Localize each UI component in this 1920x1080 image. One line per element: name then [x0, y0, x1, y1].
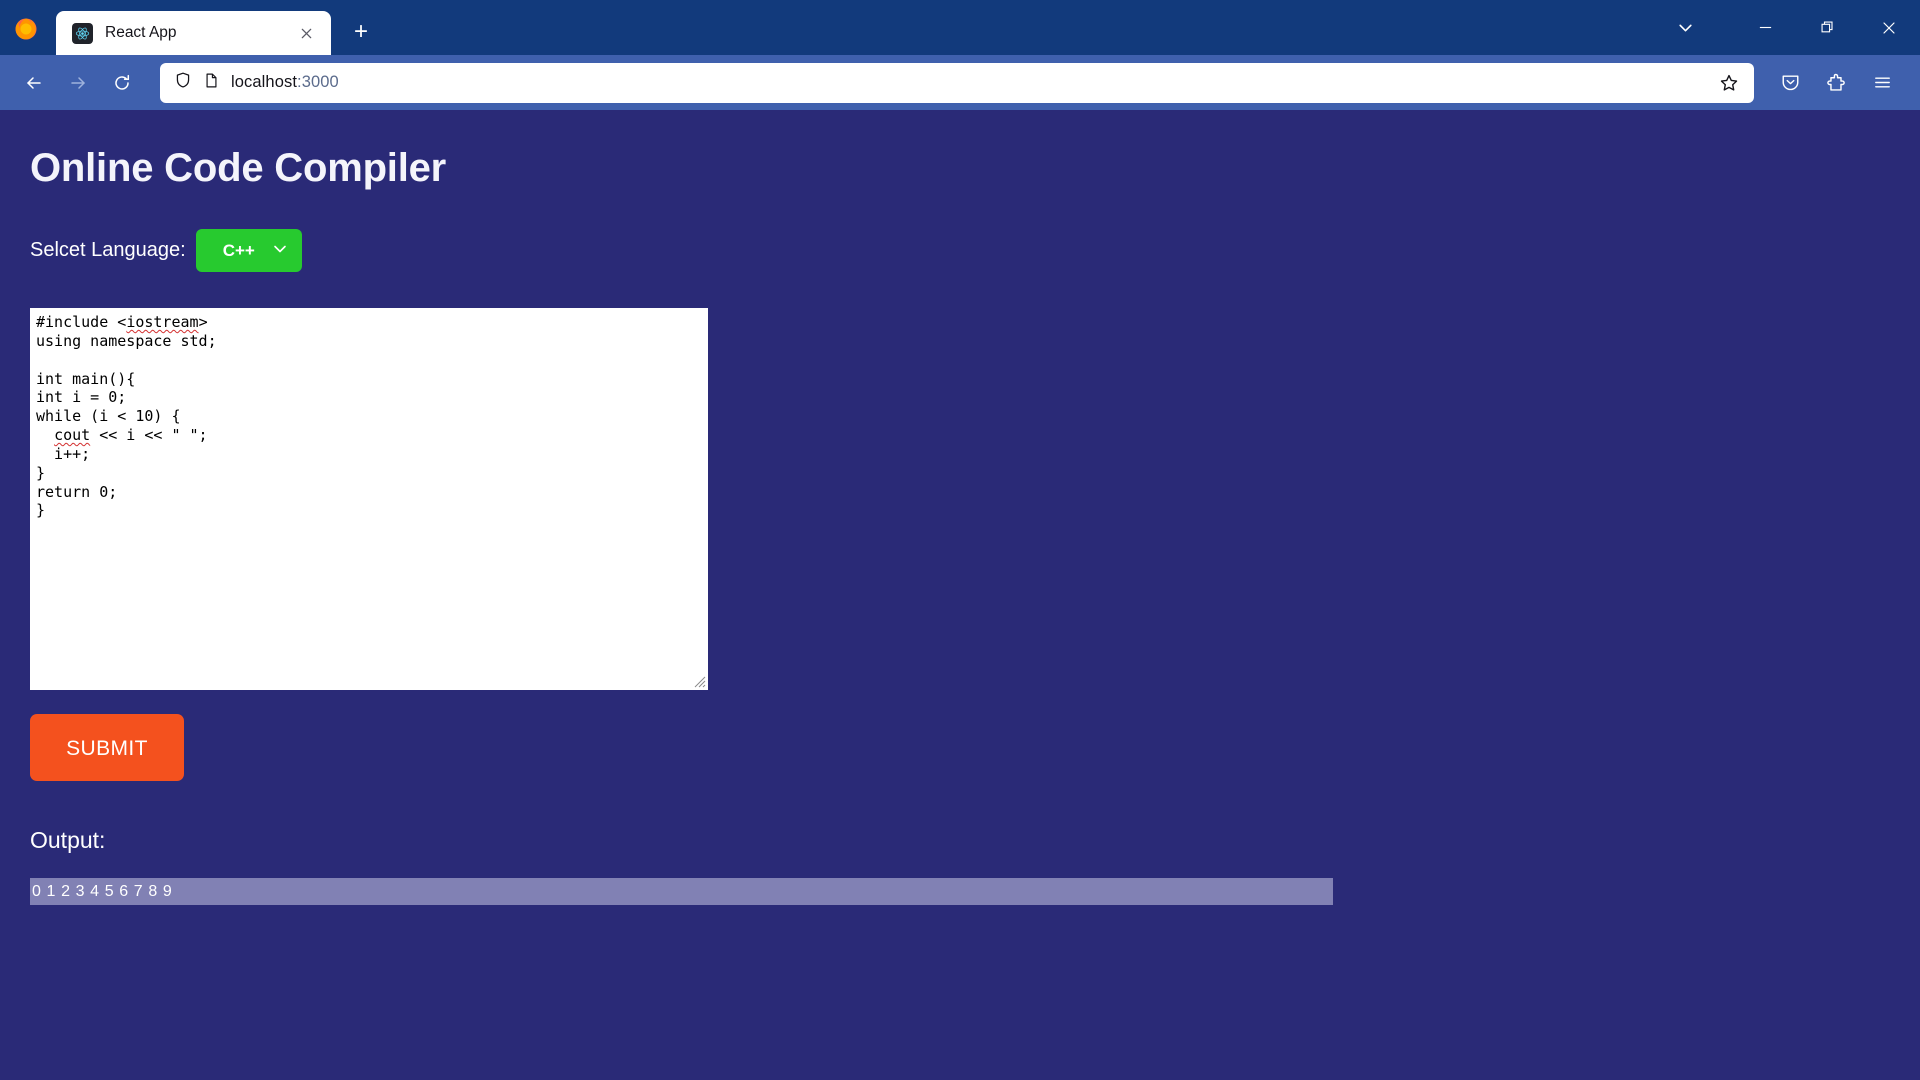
hamburger-menu-icon[interactable] — [1862, 63, 1902, 103]
browser-window: React App + localhost:3000 Online Code C… — [0, 0, 1920, 1080]
forward-arrow-icon[interactable] — [58, 63, 98, 103]
submit-button[interactable]: SUBMIT — [30, 714, 184, 781]
back-arrow-icon[interactable] — [14, 63, 54, 103]
minimize-button[interactable] — [1734, 0, 1796, 55]
star-icon[interactable] — [1714, 68, 1744, 98]
url-port: :3000 — [297, 73, 339, 91]
browser-navigation-toolbar: localhost:3000 — [0, 55, 1920, 110]
tab-close-icon[interactable] — [295, 22, 317, 44]
code-editor[interactable]: #include <iostream> using namespace std;… — [30, 308, 708, 690]
tab-strip: React App + — [52, 0, 381, 55]
reload-icon[interactable] — [102, 63, 142, 103]
url-bar[interactable]: localhost:3000 — [160, 62, 1754, 103]
misspelled-word-iostream: iostream — [126, 313, 199, 331]
window-controls — [1662, 0, 1920, 55]
language-selector-row: Selcet Language: C++ — [30, 229, 1920, 272]
language-select[interactable]: C++ — [195, 229, 302, 272]
page-title: Online Code Compiler — [30, 146, 447, 190]
page-document-icon — [203, 72, 220, 94]
language-select-wrapper: C++ — [195, 229, 302, 272]
react-atom-icon — [72, 22, 93, 44]
list-all-tabs-icon[interactable] — [1662, 0, 1708, 55]
close-window-button[interactable] — [1858, 0, 1920, 55]
language-label: Selcet Language: — [30, 239, 186, 261]
url-host: localhost — [231, 73, 298, 91]
page-viewport: Online Code Compiler Selcet Language: C+… — [0, 110, 1920, 1080]
output-label: Output: — [30, 827, 106, 853]
restore-window-button[interactable] — [1796, 0, 1858, 55]
output-value: 0 1 2 3 4 5 6 7 8 9 — [30, 878, 1333, 905]
browser-tab-react-app[interactable]: React App — [56, 11, 331, 55]
shield-icon — [174, 71, 192, 94]
browser-titlebar: React App + — [0, 0, 1920, 55]
toolbar-right-actions — [1770, 63, 1906, 103]
extensions-puzzle-icon[interactable] — [1816, 63, 1856, 103]
misspelled-word-cout: cout — [54, 426, 91, 445]
new-tab-button[interactable]: + — [341, 12, 381, 52]
tab-title: React App — [105, 24, 177, 41]
code-editor-content[interactable]: #include <iostream> using namespace std;… — [30, 308, 708, 690]
url-text: localhost:3000 — [231, 73, 1703, 92]
pocket-save-icon[interactable] — [1770, 63, 1810, 103]
firefox-logo-icon — [0, 0, 52, 55]
